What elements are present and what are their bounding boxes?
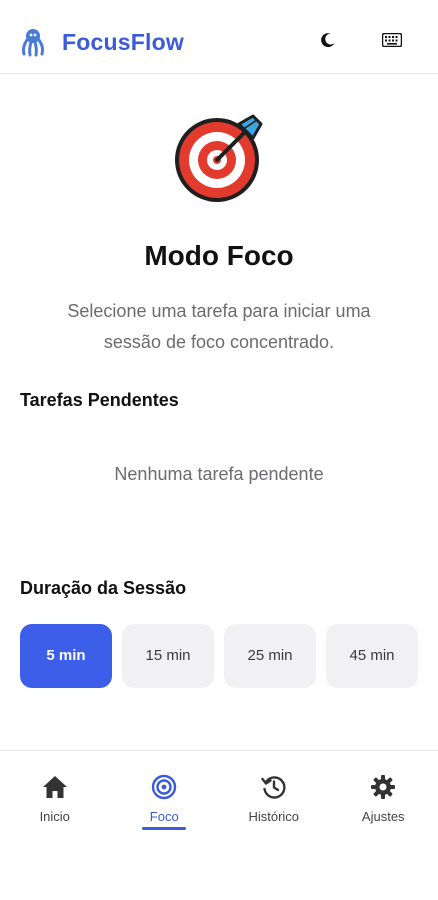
- tab-label: Inicio: [39, 809, 70, 824]
- tab-label: Foco: [149, 809, 179, 824]
- gear-icon: [369, 773, 397, 801]
- theme-toggle-button[interactable]: [316, 30, 340, 54]
- tab-ajustes[interactable]: Ajustes: [329, 751, 438, 830]
- bottom-tab-bar: Inicio Foco Histórico Ajustes: [0, 750, 438, 830]
- keyboard-icon: [381, 32, 403, 52]
- home-icon: [41, 773, 69, 801]
- tab-inicio[interactable]: Inicio: [0, 751, 110, 830]
- tab-historico[interactable]: Histórico: [219, 751, 329, 830]
- keyboard-shortcuts-button[interactable]: [378, 30, 406, 54]
- duration-25-min-button[interactable]: 25 min: [224, 624, 316, 688]
- duration-5-min-button[interactable]: 5 min: [20, 624, 112, 688]
- app-header: FocusFlow: [0, 0, 438, 74]
- moon-icon: [320, 32, 336, 53]
- duration-15-min-button[interactable]: 15 min: [122, 624, 214, 688]
- pending-tasks-heading: Tarefas Pendentes: [20, 390, 179, 410]
- duration-45-min-button[interactable]: 45 min: [326, 624, 418, 688]
- tab-label: Ajustes: [361, 809, 405, 824]
- active-tab-indicator: [142, 827, 187, 830]
- duration-options: 5 min 15 min 25 min 45 min: [20, 624, 418, 688]
- tasks-empty-message: Nenhuma tarefa pendente: [114, 464, 324, 484]
- tab-foco[interactable]: Foco: [110, 751, 220, 830]
- target-dart-icon: [173, 110, 267, 204]
- history-icon: [260, 773, 288, 801]
- app-title: FocusFlow: [62, 29, 184, 55]
- octopus-icon: [18, 27, 46, 57]
- session-duration-heading: Duração da Sessão: [20, 578, 187, 598]
- page-title: Modo Foco: [144, 240, 294, 271]
- page-subtitle: Selecione uma tarefa para iniciar uma se…: [67, 301, 371, 352]
- focus-target-icon: [150, 773, 178, 801]
- tab-label: Histórico: [248, 809, 300, 824]
